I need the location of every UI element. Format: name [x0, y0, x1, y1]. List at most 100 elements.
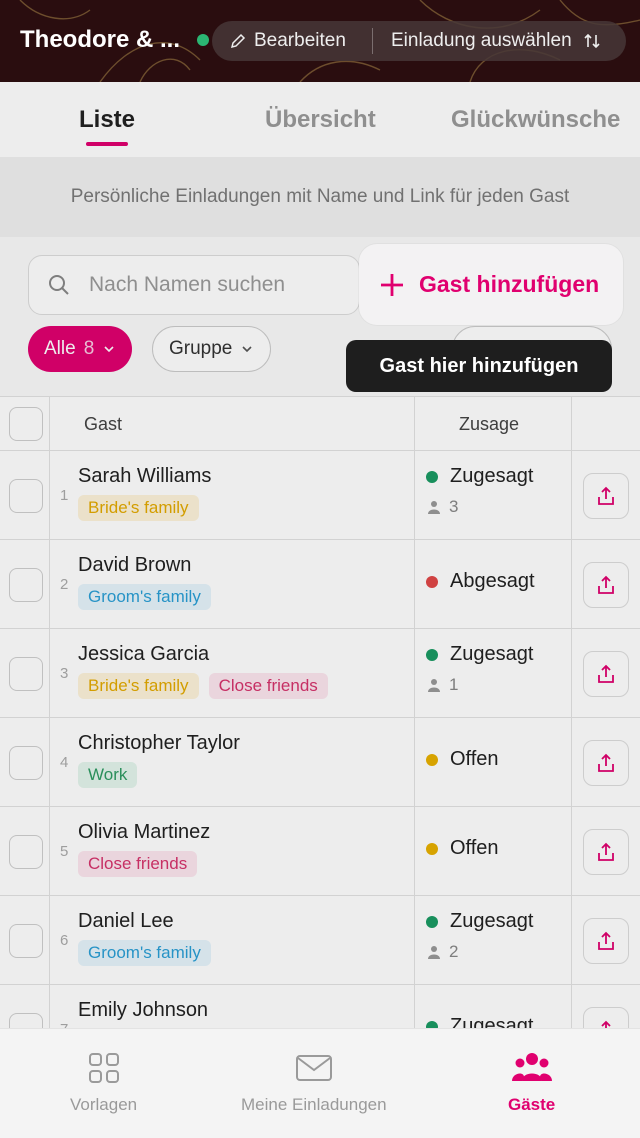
attendee-count-value: 3 — [449, 497, 459, 516]
guest-name[interactable]: Emily Johnson — [78, 999, 208, 1022]
header-actions: Bearbeiten Einladung auswählen — [212, 21, 626, 61]
row-index: 4 — [60, 754, 69, 771]
search-input[interactable]: Nach Namen suchen — [28, 255, 360, 315]
table-row[interactable]: 4 Christopher Taylor Work Offen — [0, 718, 640, 807]
column-divider — [49, 807, 50, 895]
share-icon — [598, 753, 614, 772]
tab-congratulations[interactable]: Glückwünsche — [451, 106, 620, 134]
rsvp-status: Abgesagt — [426, 570, 535, 593]
invitation-title[interactable]: Theodore & ... — [20, 26, 180, 54]
column-divider — [414, 451, 415, 539]
edit-label: Bearbeiten — [254, 30, 346, 51]
tab-overview[interactable]: Übersicht — [265, 106, 376, 134]
row-checkbox[interactable] — [9, 657, 43, 691]
group-tag: Close friends — [78, 851, 198, 877]
onboarding-tooltip: Gast hier hinzufügen — [346, 340, 612, 392]
grid-icon — [88, 1053, 119, 1083]
nav-my-invitations[interactable]: Meine Einladungen — [241, 1051, 387, 1115]
guest-list-screen: Liste Übersicht Glückwünsche Persönliche… — [0, 82, 640, 1074]
table-row[interactable]: 5 Olivia Martinez Close friends Offen — [0, 807, 640, 896]
table-row[interactable]: 2 David Brown Groom's family Abgesagt — [0, 540, 640, 629]
row-index: 3 — [60, 665, 69, 682]
filter-group-label: Gruppe — [169, 338, 233, 359]
guest-name[interactable]: Daniel Lee — [78, 910, 174, 933]
tab-list[interactable]: Liste — [79, 106, 135, 134]
pencil-icon — [230, 33, 246, 49]
search-placeholder: Nach Namen suchen — [89, 273, 286, 296]
column-divider — [414, 807, 415, 895]
search-icon — [49, 275, 69, 295]
person-icon — [428, 946, 440, 959]
share-icon — [598, 931, 614, 950]
person-icon — [428, 679, 440, 692]
column-divider — [571, 718, 572, 806]
filter-all-label: Alle — [44, 338, 76, 359]
share-button[interactable] — [583, 473, 629, 519]
guest-tags: Bride's family Close friends — [78, 673, 328, 699]
share-button[interactable] — [583, 651, 629, 697]
rsvp-status: Offen — [426, 748, 499, 771]
column-divider — [49, 451, 50, 539]
rsvp-status: Zugesagt — [426, 643, 533, 666]
column-header-rsvp[interactable]: Zusage — [459, 414, 519, 435]
row-checkbox[interactable] — [9, 479, 43, 513]
column-divider — [571, 629, 572, 717]
rsvp-status-label: Abgesagt — [450, 570, 535, 592]
share-icon — [598, 664, 614, 683]
nav-guests[interactable]: Gäste — [508, 1051, 555, 1115]
nav-my-invitations-label: Meine Einladungen — [241, 1095, 387, 1114]
add-guest-button[interactable]: Gast hinzufügen — [359, 244, 623, 325]
guest-name[interactable]: Jessica Garcia — [78, 643, 209, 666]
guest-name[interactable]: Christopher Taylor — [78, 732, 240, 755]
nav-templates[interactable]: Vorlagen — [70, 1051, 137, 1115]
row-checkbox[interactable] — [9, 568, 43, 602]
tab-bar: Liste Übersicht Glückwünsche — [0, 82, 640, 157]
guests-icon — [511, 1053, 552, 1081]
column-divider — [49, 629, 50, 717]
table-row[interactable]: 3 Jessica Garcia Bride's family Close fri… — [0, 629, 640, 718]
tooltip-text: Gast hier hinzufügen — [379, 354, 579, 377]
guest-name[interactable]: Olivia Martinez — [78, 821, 210, 844]
share-icon — [598, 575, 614, 594]
share-icon — [598, 486, 614, 505]
column-divider — [414, 540, 415, 628]
table-row[interactable]: 6 Daniel Lee Groom's family Zugesagt 2 — [0, 896, 640, 985]
row-checkbox[interactable] — [9, 746, 43, 780]
sort-arrows-icon — [584, 33, 600, 49]
info-text: Persönliche Einladungen mit Name und Lin… — [70, 186, 570, 207]
column-divider — [414, 629, 415, 717]
status-dot — [426, 575, 438, 588]
envelope-icon — [295, 1055, 332, 1081]
guest-tags: Groom's family — [78, 584, 211, 610]
nav-templates-label: Vorlagen — [70, 1095, 138, 1114]
guest-name[interactable]: David Brown — [78, 554, 191, 577]
rsvp-status-label: Offen — [450, 748, 499, 770]
rsvp-status: Zugesagt — [426, 910, 533, 933]
group-tag: Bride's family — [78, 673, 199, 699]
guest-tags: Groom's family — [78, 940, 211, 966]
share-button[interactable] — [583, 562, 629, 608]
guest-name[interactable]: Sarah Williams — [78, 465, 211, 488]
rsvp-status-label: Zugesagt — [450, 910, 534, 932]
column-header-guest[interactable]: Gast — [84, 414, 122, 435]
status-dot — [426, 470, 438, 483]
active-tab-indicator — [86, 142, 128, 146]
group-tag: Work — [78, 762, 138, 788]
share-button[interactable] — [583, 918, 629, 964]
choose-invitation-button[interactable]: Einladung auswählen — [373, 30, 602, 52]
share-button[interactable] — [583, 740, 629, 786]
filter-group-chip[interactable]: Gruppe — [152, 326, 272, 372]
share-icon — [598, 842, 614, 861]
share-button[interactable] — [583, 829, 629, 875]
filter-all-count: 8 — [83, 338, 95, 359]
column-divider — [571, 397, 572, 450]
table-row[interactable]: 1 Sarah Williams Bride's family Zugesagt… — [0, 451, 640, 540]
row-checkbox[interactable] — [9, 835, 43, 869]
select-all-checkbox[interactable] — [9, 407, 43, 441]
rsvp-status-label: Zugesagt — [450, 643, 534, 665]
edit-button[interactable]: Bearbeiten — [212, 30, 372, 52]
filter-all-chip[interactable]: Alle 8 — [28, 326, 133, 372]
column-divider — [49, 540, 50, 628]
row-checkbox[interactable] — [9, 924, 43, 958]
add-guest-label: Gast hinzufügen — [419, 271, 600, 297]
